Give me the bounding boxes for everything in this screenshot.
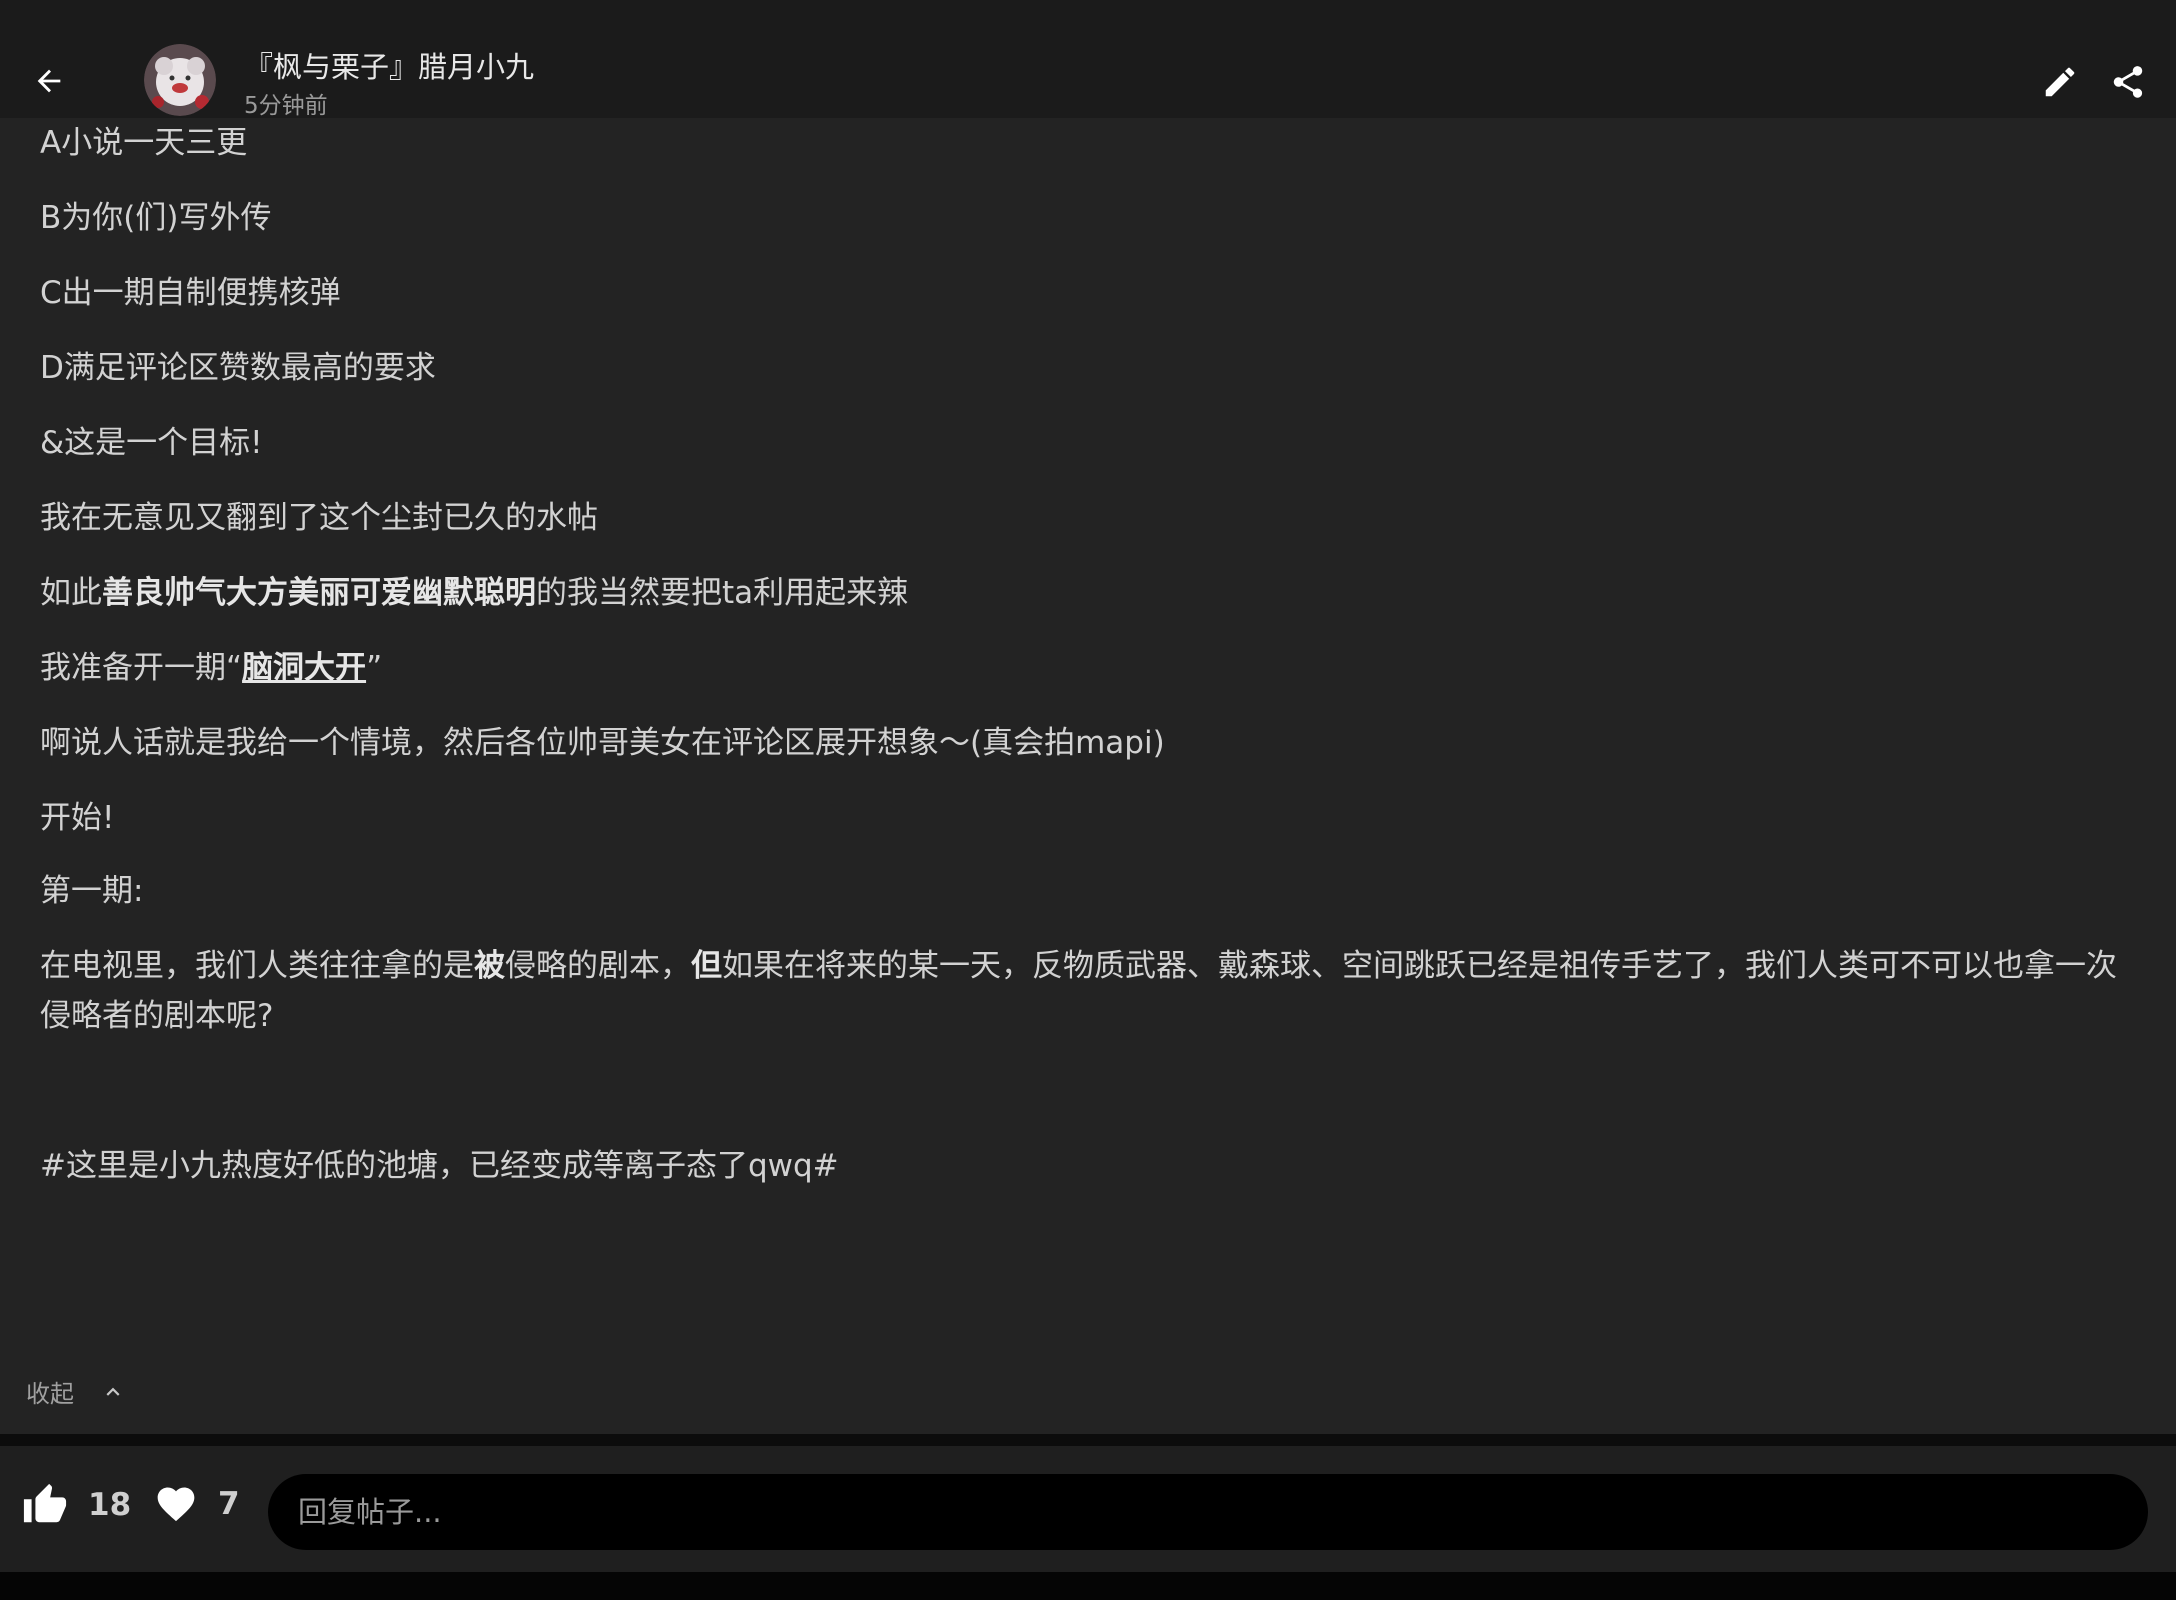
post-line-l13: #这里是小九热度好低的池塘，已经变成等离子态了qwq# [40, 1141, 2120, 1191]
bold-text: 被 [474, 948, 505, 984]
text-span: ” [366, 650, 383, 686]
post-line-l5: &这是一个目标! [40, 418, 2120, 468]
text-span: 如此 [40, 575, 102, 611]
bottom-strip [0, 1572, 2176, 1600]
reply-input[interactable] [268, 1474, 2148, 1550]
text-span: 的我当然要把ta利用起来辣 [536, 575, 909, 611]
text-span: 我在无意见又翻到了这个尘封已久的水帖 [40, 500, 598, 536]
text-span: A小说一天三更 [40, 125, 248, 161]
post-line-l10: 开始! [40, 793, 2120, 843]
text-span: 在电视里，我们人类往往拿的是 [40, 948, 474, 984]
text-span: 第一期: [40, 873, 144, 909]
post-line-l6: 我在无意见又翻到了这个尘封已久的水帖 [40, 493, 2120, 543]
avatar[interactable] [144, 44, 216, 116]
post-line-l8: 我准备开一期“脑洞大开” [40, 643, 2120, 693]
edit-button[interactable] [2036, 58, 2084, 106]
like-button[interactable]: 18 [22, 1482, 131, 1528]
text-span: D满足评论区赞数最高的要求 [40, 350, 436, 386]
text-span: #这里是小九热度好低的池塘，已经变成等离子态了qwq# [40, 1148, 839, 1184]
post-time: 5分钟前 [244, 93, 328, 119]
favorite-button[interactable]: 7 [154, 1482, 240, 1526]
heart-icon [157, 1487, 195, 1522]
text-span: 我准备开一期“ [40, 650, 243, 686]
post-detail-page: 『枫与栗子』腊月小九 5分钟前 A小说一天三更 B为你(们)写外传 C出一期自制便… [0, 0, 2176, 1600]
bold-text: 但 [691, 948, 722, 984]
share-icon [2113, 66, 2143, 98]
back-button[interactable] [24, 56, 74, 106]
post-line-l2: B为你(们)写外传 [40, 193, 2120, 243]
author-name[interactable]: 『枫与栗子』腊月小九 [244, 44, 534, 86]
underlined-bold-text: 脑洞大开 [242, 650, 367, 686]
text-span: B为你(们)写外传 [40, 200, 272, 236]
chevron-up-icon [100, 1379, 126, 1405]
edit-pencil-icon [2045, 67, 2075, 97]
post-line-l3: C出一期自制便携核弹 [40, 268, 2120, 318]
post-line-l4: D满足评论区赞数最高的要求 [40, 343, 2120, 393]
post-line-l1: A小说一天三更 [40, 118, 2120, 168]
favorite-count: 7 [218, 1486, 240, 1522]
top-bar: 『枫与栗子』腊月小九 5分钟前 [0, 0, 2176, 119]
like-count: 18 [88, 1487, 132, 1523]
post-line-l12: 在电视里，我们人类往往拿的是被侵略的剧本，但如果在将来的某一天，反物质武器、戴森… [40, 941, 2120, 1041]
text-span: 啊说人话就是我给一个情境，然后各位帅哥美女在评论区展开想象～(真会拍mapi) [40, 725, 1165, 761]
collapse-button[interactable]: 收起 [26, 1374, 126, 1409]
back-arrow-icon [37, 69, 61, 93]
text-span: C出一期自制便携核弹 [40, 275, 341, 311]
text-span: 开始! [40, 800, 115, 836]
post-line-l9: 啊说人话就是我给一个情境，然后各位帅哥美女在评论区展开想象～(真会拍mapi) [40, 718, 2120, 768]
share-button[interactable] [2104, 58, 2152, 106]
collapse-label: 收起 [26, 1380, 74, 1408]
section-divider [0, 1434, 2176, 1446]
post-line-l11: 第一期: [40, 866, 2120, 916]
bold-text: 善良帅气大方美丽可爱幽默聪明 [102, 575, 536, 611]
thumbs-up-icon [23, 1483, 67, 1523]
text-span: 侵略的剧本， [505, 948, 691, 984]
post-line-l7: 如此善良帅气大方美丽可爱幽默聪明的我当然要把ta利用起来辣 [40, 568, 2120, 618]
text-span: &这是一个目标! [40, 425, 263, 461]
bottom-action-bar: 18 7 [0, 1446, 2176, 1572]
